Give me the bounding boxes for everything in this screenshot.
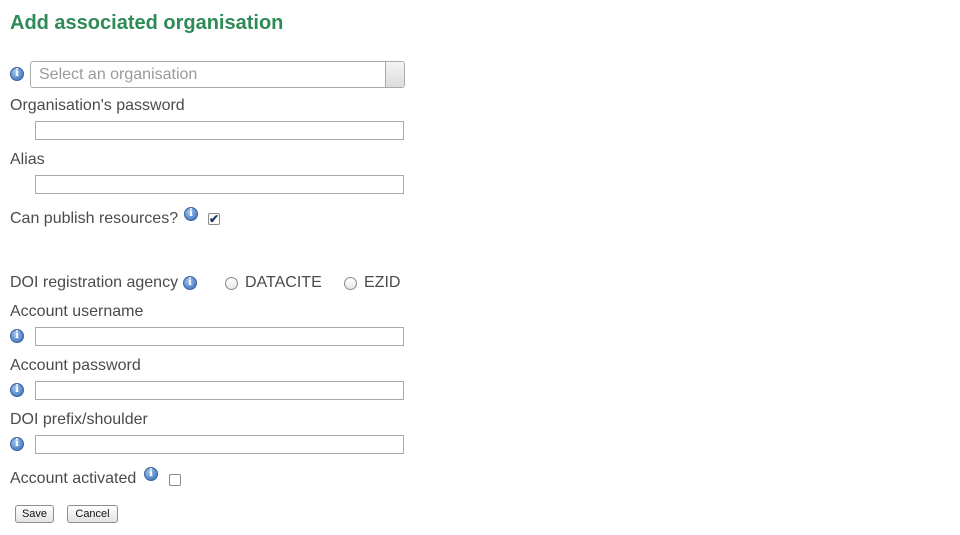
info-icon[interactable]: i — [183, 276, 197, 290]
info-icon[interactable]: i — [144, 467, 158, 481]
can-publish-checkbox[interactable]: ✔ — [208, 213, 220, 225]
datacite-label: DATACITE — [245, 274, 322, 291]
alias-field[interactable] — [35, 175, 404, 194]
page-title: Add associated organisation — [10, 12, 284, 34]
account-password-field[interactable] — [35, 381, 404, 400]
account-activated-label: Account activated — [10, 470, 137, 487]
info-icon[interactable]: i — [10, 437, 24, 451]
info-icon[interactable]: i — [10, 329, 24, 343]
can-publish-label: Can publish resources? — [10, 210, 179, 227]
account-username-field[interactable] — [35, 327, 404, 346]
alias-label: Alias — [10, 151, 45, 168]
account-activated-checkbox[interactable] — [169, 474, 181, 486]
info-icon[interactable]: i — [184, 207, 198, 221]
cancel-button[interactable]: Cancel — [67, 505, 118, 523]
select-arrow-button[interactable] — [385, 62, 404, 87]
info-icon[interactable]: i — [10, 383, 24, 397]
save-button[interactable]: Save — [15, 505, 54, 523]
datacite-radio[interactable] — [225, 277, 238, 290]
account-password-label: Account password — [10, 357, 141, 374]
info-icon[interactable]: i — [10, 67, 24, 81]
doi-prefix-field[interactable] — [35, 435, 404, 454]
doi-prefix-label: DOI prefix/shoulder — [10, 411, 148, 428]
doi-agency-label: DOI registration agency — [10, 274, 179, 291]
organisation-select[interactable]: Select an organisation — [30, 61, 405, 88]
account-username-label: Account username — [10, 303, 144, 320]
organisation-select-placeholder: Select an organisation — [39, 66, 198, 83]
ezid-label: EZID — [364, 274, 401, 291]
ezid-radio[interactable] — [344, 277, 357, 290]
org-password-label: Organisation's password — [10, 97, 185, 114]
org-password-field[interactable] — [35, 121, 404, 140]
